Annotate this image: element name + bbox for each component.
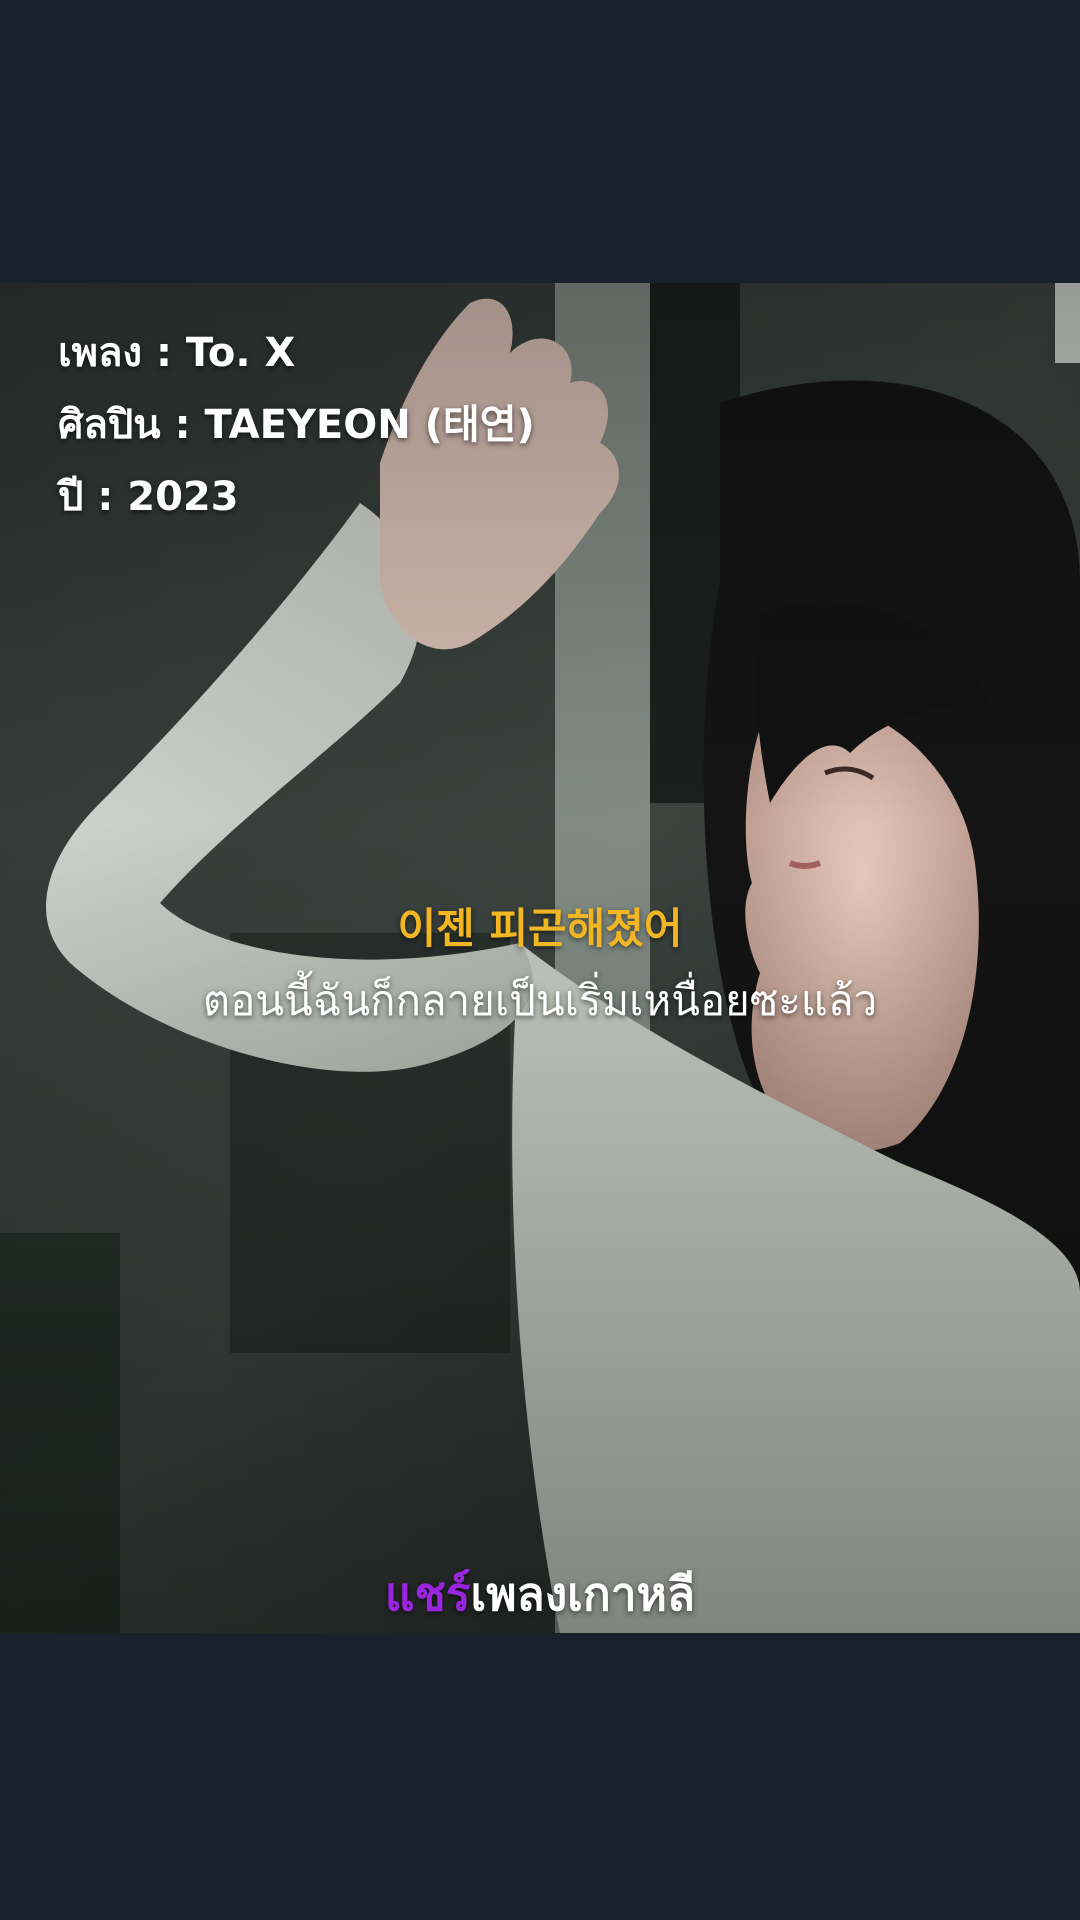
- song-title-line: เพลง : To. X: [58, 330, 296, 376]
- video-screen: เพลง : To. X ศิลปิน : TAEYEON (태연) ปี : …: [0, 0, 1080, 1920]
- channel-watermark: แชร์เพลงเกาหลี: [0, 1558, 1080, 1631]
- korean-lyric-caption: 이젠 피곤해졌어: [397, 904, 683, 953]
- year-line: ปี : 2023: [58, 474, 239, 520]
- thai-translation-caption: ตอนนี้ฉันก็กลายเป็นเริ่มเหนื่อยซะแล้ว: [202, 976, 878, 1025]
- artist-line: ศิลปิน : TAEYEON (태연): [58, 402, 535, 448]
- watermark-accent-text: แชร์: [384, 1567, 471, 1621]
- watermark-text: เพลงเกาหลี: [470, 1567, 696, 1621]
